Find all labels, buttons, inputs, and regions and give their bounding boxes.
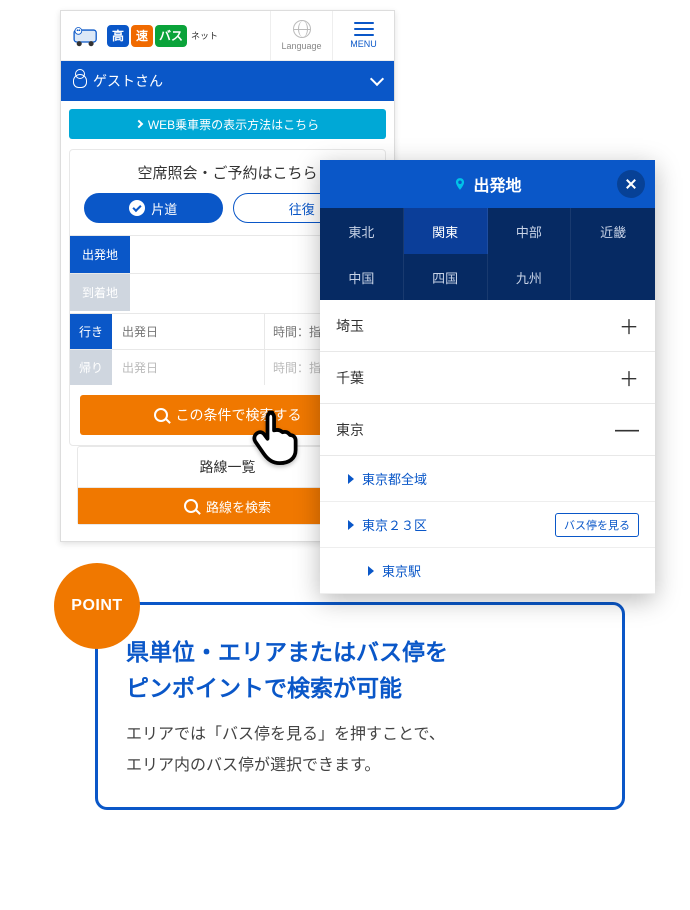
search-icon: [154, 408, 168, 422]
route-button-label: 路線を検索: [206, 497, 271, 516]
expand-icon: ＋: [619, 363, 639, 392]
expand-icon: ＋: [619, 311, 639, 340]
prefecture-list: 埼玉 ＋ 千葉 ＋ 東京 — 東京都全域 東京２３区 バス停を見る 東京駅: [320, 300, 655, 594]
check-icon: [129, 200, 145, 216]
pref-label: 埼玉: [336, 316, 364, 336]
region-tab-chubu[interactable]: 中部: [488, 208, 572, 254]
area-label: 東京２３区: [362, 515, 427, 534]
arrival-tag: 到着地: [70, 274, 130, 311]
region-tabs: 東北 関東 中部 近畿 中国 四国 九州: [320, 208, 655, 300]
logo-chip-bus: バス: [155, 25, 187, 47]
logo-chip-so: 速: [131, 25, 153, 47]
point-badge: POINT: [54, 563, 140, 649]
view-stops-button[interactable]: バス停を見る: [555, 513, 639, 537]
logo-text: 高 速 バス ネット: [107, 25, 218, 47]
region-tab-shikoku[interactable]: 四国: [404, 254, 488, 300]
hamburger-icon: [354, 22, 374, 36]
pref-label: 東京: [336, 420, 364, 440]
stop-label: 東京駅: [382, 561, 421, 580]
triangle-icon: [348, 520, 354, 530]
bus-icon: [69, 22, 103, 50]
overlay-title: 出発地: [473, 172, 521, 196]
logo-net: ネット: [191, 29, 218, 42]
region-tab-kyushu[interactable]: 九州: [488, 254, 572, 300]
oneway-pill[interactable]: 片道: [84, 193, 223, 223]
language-label: Language: [281, 41, 321, 51]
finger-cursor-icon: [245, 405, 305, 465]
region-tab-kinki[interactable]: 近畿: [571, 208, 655, 254]
overlay-header: 出発地: [320, 160, 655, 208]
menu-label: MENU: [350, 39, 377, 49]
language-button[interactable]: Language: [270, 11, 332, 60]
stop-row-tokyo-station[interactable]: 東京駅: [320, 548, 655, 594]
search-icon: [184, 499, 198, 513]
departure-picker-overlay: 出発地 東北 関東 中部 近畿 中国 四国 九州 埼玉 ＋ 千葉 ＋ 東京 — …: [320, 160, 655, 594]
departure-tag: 出発地: [70, 236, 130, 273]
callout-body: エリアでは「バス停を見る」を押すことで、 エリア内のバス停が選択できます。: [126, 720, 594, 781]
app-header: 高 速 バス ネット Language MENU: [61, 11, 394, 61]
triangle-icon: [348, 474, 354, 484]
return-tag: 帰り: [70, 350, 112, 385]
pref-row-tokyo[interactable]: 東京 —: [320, 404, 655, 456]
logo[interactable]: 高 速 バス ネット: [61, 11, 270, 60]
pref-row-saitama[interactable]: 埼玉 ＋: [320, 300, 655, 352]
region-tab-kanto[interactable]: 関東: [404, 208, 488, 254]
close-button[interactable]: [617, 170, 645, 198]
region-tab-chugoku[interactable]: 中国: [320, 254, 404, 300]
chevron-down-icon: [370, 72, 384, 86]
user-bar[interactable]: ゲストさん: [61, 61, 394, 101]
outbound-date-field[interactable]: 出発日: [112, 314, 265, 349]
globe-icon: [293, 20, 311, 38]
oneway-label: 片道: [151, 199, 177, 218]
person-icon: [73, 74, 87, 88]
roundtrip-label: 往復: [289, 199, 315, 218]
pref-label: 千葉: [336, 368, 364, 388]
triangle-icon: [368, 566, 374, 576]
pref-row-chiba[interactable]: 千葉 ＋: [320, 352, 655, 404]
area-label: 東京都全域: [362, 469, 427, 488]
area-row-tokyo-23[interactable]: 東京２３区 バス停を見る: [320, 502, 655, 548]
guest-label: ゲストさん: [93, 71, 163, 91]
caret-right-icon: [135, 120, 143, 128]
outbound-tag: 行き: [70, 314, 112, 349]
region-tab-empty: [571, 254, 655, 300]
callout-heading: 県単位・エリアまたはバス停を ピンポイントで検索が可能: [126, 635, 594, 706]
web-ticket-banner[interactable]: WEB乗車票の表示方法はこちら: [69, 109, 386, 139]
return-date-field: 出発日: [112, 350, 265, 385]
web-ticket-label: WEB乗車票の表示方法はこちら: [148, 116, 319, 133]
menu-button[interactable]: MENU: [332, 11, 394, 60]
region-tab-tohoku[interactable]: 東北: [320, 208, 404, 254]
area-row-tokyo-all[interactable]: 東京都全域: [320, 456, 655, 502]
pin-icon: [453, 175, 467, 193]
point-callout: POINT 県単位・エリアまたはバス停を ピンポイントで検索が可能 エリアでは「…: [95, 602, 625, 810]
logo-chip-ko: 高: [107, 25, 129, 47]
